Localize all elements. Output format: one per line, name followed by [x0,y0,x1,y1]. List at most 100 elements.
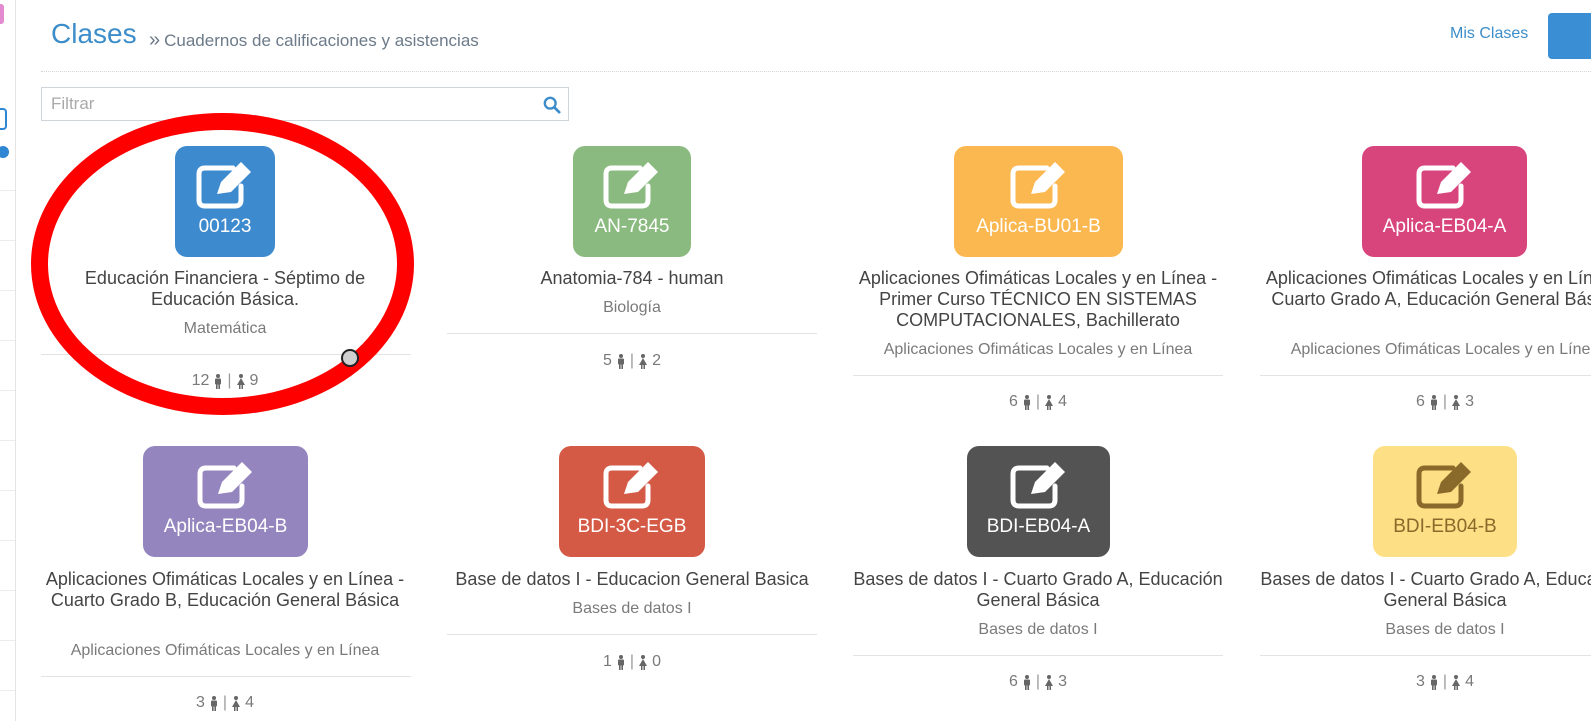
male-icon [1430,394,1437,410]
student-counts: 6 | 3 [1365,393,1525,411]
class-code: AN-7845 [594,216,670,237]
sidebar-rail [0,0,16,721]
class-subject: Aplicaciones Ofimáticas Locales y en Lín… [1290,341,1591,358]
class-subject: Bases de datos I [1385,621,1505,638]
class-subject: Bases de datos I [572,600,692,617]
female-icon [639,353,648,369]
student-counts: 3 | 4 [1365,673,1525,691]
class-name: Bases de datos I - Cuarto Grado A, Educa… [1260,569,1591,610]
male-icon [1023,394,1030,410]
male-icon [1430,674,1437,690]
count-separator: | [1442,673,1448,690]
sidebar-divider [0,340,15,341]
class-subject: Bases de datos I [978,621,1098,638]
male-count: 3 [196,694,205,711]
female-count: 3 [1465,393,1474,410]
class-name: Base de datos I - Educacion General Basi… [455,569,809,589]
filter-input[interactable] [49,88,533,120]
male-count: 1 [603,653,612,670]
search-icon[interactable] [543,96,561,114]
class-code: BDI-EB04-B [1393,516,1497,537]
class-name: Bases de datos I - Cuarto Grado A, Educa… [853,569,1223,610]
female-count: 4 [1058,393,1067,410]
class-tile-button[interactable]: Aplica-EB04-A [1362,146,1527,257]
class-tile-button[interactable]: BDI-EB04-A [967,446,1110,557]
my-classes-link[interactable]: Mis Clases [1450,25,1528,43]
page-subtitle: » Cuadernos de calificaciones y asistenci… [149,29,479,52]
female-count: 3 [1058,673,1067,690]
header-divider [41,71,1591,72]
class-tile-button[interactable]: Aplica-EB04-B [143,446,308,557]
count-separator: | [629,352,635,369]
sidebar-divider [0,390,15,391]
card-divider [853,655,1223,656]
sidebar-divider [0,440,15,441]
card-divider [853,375,1223,376]
class-code: Aplica-EB04-B [163,516,288,537]
class-tile-button[interactable]: AN-7845 [573,146,691,257]
count-separator: | [222,694,228,711]
count-separator: | [1035,393,1041,410]
count-separator: | [1442,393,1448,410]
class-name: Aplicaciones Ofimáticas Locales y en Lín… [45,569,405,610]
student-counts: 5 | 2 [552,352,712,370]
page-title: Clases [51,18,137,49]
edit-icon [197,462,252,509]
female-icon [639,654,648,670]
male-count: 3 [1416,673,1425,690]
sidebar-divider [0,590,15,591]
edit-icon [1010,462,1065,509]
edit-icon [603,462,658,509]
sidebar-item-pink[interactable] [0,4,4,24]
male-icon [210,695,217,711]
sidebar-divider [0,290,15,291]
gear-icon[interactable] [0,146,9,158]
sidebar-divider [0,540,15,541]
header-action-button[interactable] [1548,13,1591,59]
filter-container [41,87,569,121]
student-counts: 6 | 4 [958,393,1118,411]
class-name: Aplicaciones Ofimáticas Locales y en Lín… [858,268,1218,330]
class-subject: Aplicaciones Ofimáticas Locales y en Lín… [70,642,380,659]
student-counts: 1 | 0 [552,653,712,671]
class-code: BDI-EB04-A [986,516,1091,537]
sidebar-divider [0,690,15,691]
card-divider [41,676,411,677]
edit-icon [1416,162,1471,209]
female-icon [1452,674,1461,690]
female-count: 2 [652,352,661,369]
class-tile-button[interactable]: Aplica-BU01-B [954,146,1123,257]
sidebar-item-icon[interactable] [0,108,7,130]
male-icon [617,353,624,369]
male-count: 5 [603,352,612,369]
mouse-cursor [341,349,359,367]
male-count: 6 [1009,393,1018,410]
class-code: Aplica-EB04-A [1382,216,1507,237]
edit-icon [1010,162,1065,209]
sidebar-divider [0,640,15,641]
student-counts: 3 | 4 [145,694,305,712]
sidebar-divider [0,190,15,191]
class-name: Anatomia-784 - human [540,268,724,288]
male-count: 6 [1416,393,1425,410]
sidebar-divider [0,240,15,241]
breadcrumb-separator: » [149,29,161,51]
count-separator: | [629,653,635,670]
edit-icon [603,162,658,209]
male-icon [1023,674,1030,690]
card-divider [1260,375,1591,376]
class-tile-button[interactable]: BDI-3C-EGB [559,446,705,557]
annotation-circle [31,113,414,415]
male-icon [617,654,624,670]
card-divider [447,333,817,334]
sidebar-divider [0,490,15,491]
class-tile-button[interactable]: BDI-EB04-B [1373,446,1517,557]
female-icon [1452,394,1461,410]
class-code: BDI-3C-EGB [577,516,687,537]
subtitle-text: Cuadernos de calificaciones y asistencia… [164,31,479,50]
class-subject: Biología [603,299,661,316]
female-count: 4 [245,694,254,711]
female-icon [1045,394,1054,410]
female-icon [1045,674,1054,690]
card-divider [447,634,817,635]
